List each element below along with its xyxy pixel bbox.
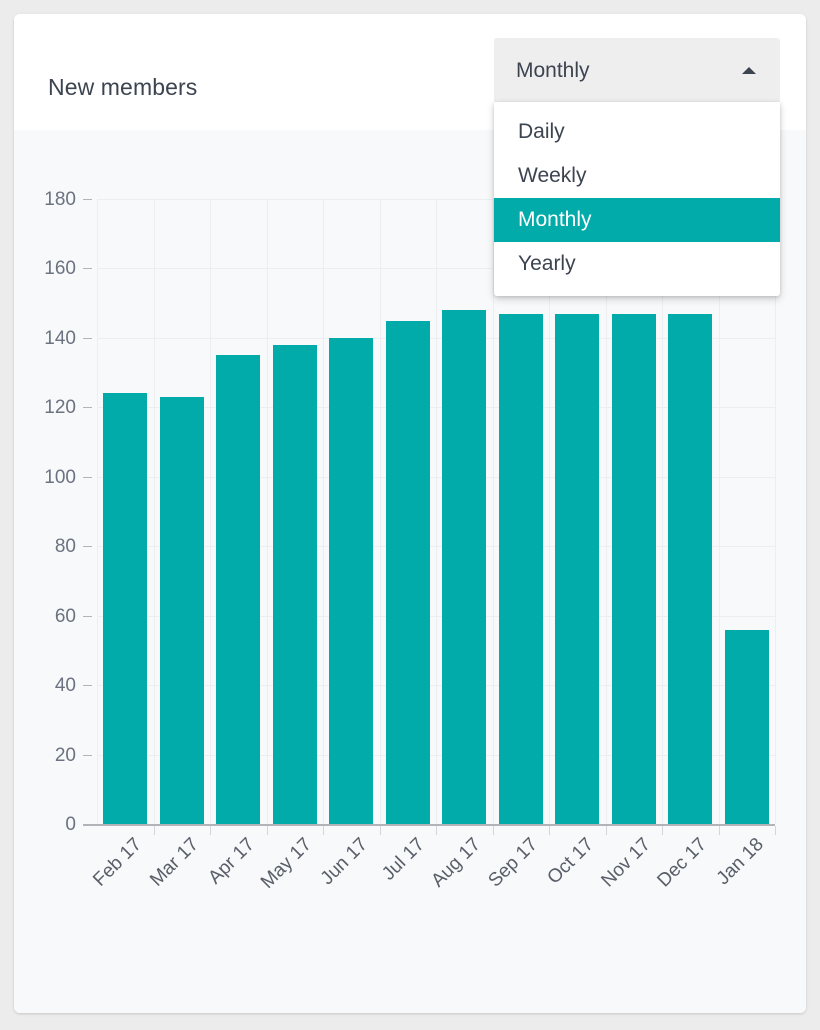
chevron-up-icon [742,67,756,74]
x-gridline [266,199,268,824]
y-tick-label: 60 [54,605,76,627]
y-tick-mark [83,754,92,756]
y-tick-label: 140 [44,327,76,349]
x-gridline [153,199,155,824]
y-tick-label: 20 [54,744,76,766]
bar[interactable] [385,320,430,824]
bar[interactable] [272,344,317,824]
x-axis-line [83,824,775,826]
y-tick-mark [83,268,92,270]
bar[interactable] [498,313,543,824]
range-option-yearly[interactable]: Yearly [494,242,780,286]
x-gridline [210,199,211,824]
x-gridline [97,199,98,824]
y-tick-label: 120 [44,397,76,419]
bar[interactable] [724,629,769,824]
bar[interactable] [159,396,204,824]
y-tick-label: 160 [44,258,76,280]
x-gridline [436,199,437,824]
bar[interactable] [103,393,148,824]
x-tick-mark [436,826,437,835]
y-tick-mark [83,199,92,200]
y-tick-label: 100 [44,466,76,488]
range-select-button[interactable]: Monthly [494,38,780,102]
y-tick-label: 180 [44,189,76,210]
y-tick-label: 80 [54,536,76,558]
range-option-monthly[interactable]: Monthly [494,198,780,242]
y-tick-mark [83,615,92,617]
x-tick-mark [266,826,268,835]
x-tick-mark [492,826,494,835]
range-select: Monthly Daily Weekly Monthly Yearly [494,38,780,296]
range-select-menu: Daily Weekly Monthly Yearly [494,102,780,296]
x-tick-mark [379,826,381,835]
range-option-weekly[interactable]: Weekly [494,154,780,198]
x-tick-mark [210,826,211,835]
y-tick-mark [83,407,92,409]
bar[interactable] [442,310,487,824]
y-tick-mark [83,476,92,478]
x-tick-mark [153,826,155,835]
y-tick-mark [83,685,92,687]
y-tick-label: 40 [54,675,76,697]
bar[interactable] [329,337,374,824]
bar[interactable] [216,355,261,824]
x-tick-mark [549,826,550,835]
y-tick-mark [83,546,92,548]
x-tick-mark [662,826,663,835]
new-members-card: New members Monthly Daily Weekly Monthly Ye… [14,14,806,1013]
bar[interactable] [555,313,600,824]
x-tick-mark [718,826,720,835]
y-tick-label: 0 [65,814,76,835]
x-tick-mark [323,826,324,835]
y-tick-mark [83,337,92,339]
x-tick-mark [775,826,776,835]
bar[interactable] [668,313,713,824]
range-select-value: Monthly [516,59,590,82]
x-gridline [379,199,381,824]
bar[interactable] [611,313,656,824]
x-gridline [323,199,324,824]
page-title: New members [48,74,198,100]
range-option-daily[interactable]: Daily [494,110,780,154]
x-tick-mark [605,826,607,835]
